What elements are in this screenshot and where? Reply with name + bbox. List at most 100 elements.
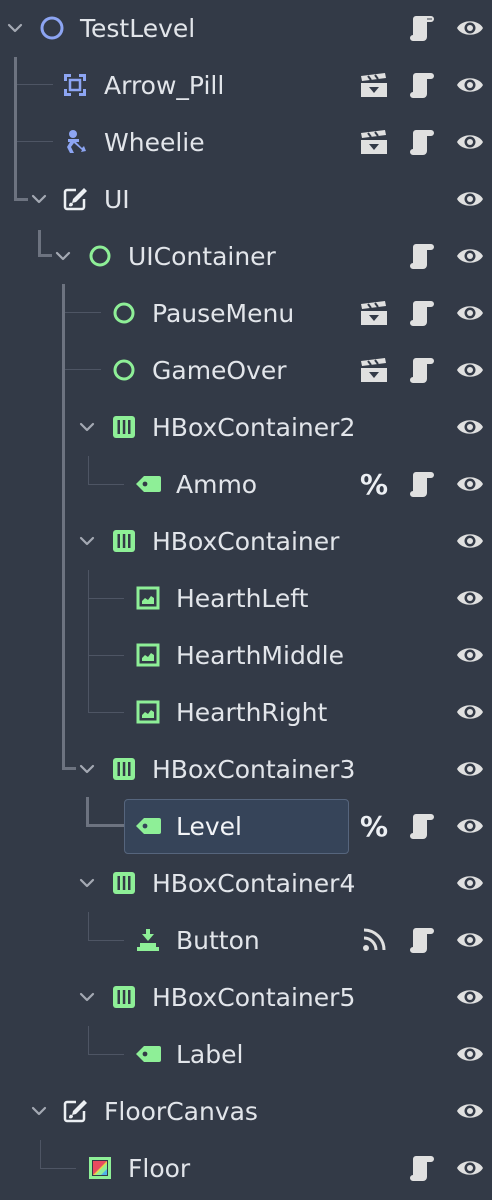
node-label: Arrow_Pill — [104, 71, 225, 100]
tree-row-pausemenu[interactable]: PauseMenu — [0, 285, 492, 342]
control-circle-icon — [110, 299, 138, 327]
node-label: HearthLeft — [176, 584, 309, 613]
tree-row-hbox2[interactable]: HBoxContainer2 — [0, 399, 492, 456]
node-label: Floor — [128, 1154, 191, 1183]
script-icon[interactable] — [407, 355, 437, 385]
tree-row-hbox4[interactable]: HBoxContainer4 — [0, 855, 492, 912]
script-icon[interactable] — [407, 298, 437, 328]
chevron-down-icon[interactable] — [76, 530, 98, 552]
label-tag-icon — [134, 812, 162, 840]
chevron-down-icon[interactable] — [28, 1100, 50, 1122]
chevron-down-icon[interactable] — [76, 986, 98, 1008]
node-label: Level — [176, 812, 242, 841]
visibility-eye-icon[interactable] — [455, 241, 485, 271]
visibility-eye-icon[interactable] — [455, 811, 485, 841]
script-icon[interactable] — [407, 469, 437, 499]
tilemap-icon — [86, 1154, 114, 1182]
node-label: Ammo — [176, 470, 258, 499]
instanced-scene-icon[interactable] — [359, 70, 389, 100]
script-icon[interactable] — [407, 13, 437, 43]
visibility-eye-icon[interactable] — [455, 355, 485, 385]
visibility-eye-icon[interactable] — [455, 127, 485, 157]
button-icon — [134, 926, 162, 954]
visibility-eye-icon[interactable] — [455, 412, 485, 442]
visibility-eye-icon[interactable] — [455, 1153, 485, 1183]
tree-row-hearthright[interactable]: HearthRight — [0, 684, 492, 741]
node-label: HBoxContainer — [152, 527, 340, 556]
script-icon[interactable] — [407, 127, 437, 157]
label-tag-icon — [134, 470, 162, 498]
node-label: UI — [104, 185, 130, 214]
tree-row-floor[interactable]: Floor — [0, 1140, 492, 1197]
area2d-icon — [61, 71, 89, 99]
script-icon[interactable] — [407, 241, 437, 271]
tree-row-level[interactable]: Level % — [0, 798, 492, 855]
instanced-scene-icon[interactable] — [359, 298, 389, 328]
tree-row-hearthmiddle[interactable]: HearthMiddle — [0, 627, 492, 684]
visibility-eye-icon[interactable] — [455, 754, 485, 784]
character-body-icon — [61, 128, 89, 156]
tree-row-gameover[interactable]: GameOver — [0, 342, 492, 399]
visibility-eye-icon[interactable] — [455, 640, 485, 670]
tree-row-hbox3[interactable]: HBoxContainer3 — [0, 741, 492, 798]
tree-row-hearthleft[interactable]: HearthLeft — [0, 570, 492, 627]
node-label: Wheelie — [104, 128, 205, 157]
script-icon[interactable] — [407, 925, 437, 955]
node-label: GameOver — [152, 356, 287, 385]
tree-row-label[interactable]: Label — [0, 1026, 492, 1083]
chevron-down-icon[interactable] — [76, 872, 98, 894]
tree-row-wheelie[interactable]: Wheelie — [0, 114, 492, 171]
tree-row-ammo[interactable]: Ammo % — [0, 456, 492, 513]
tree-row-floorcanvas[interactable]: FloorCanvas — [0, 1083, 492, 1140]
tree-row-button[interactable]: Button — [0, 912, 492, 969]
chevron-down-icon[interactable] — [76, 758, 98, 780]
visibility-eye-icon[interactable] — [455, 70, 485, 100]
tree-row-uicontainer[interactable]: UIContainer — [0, 228, 492, 285]
tree-row-arrow-pill[interactable]: Arrow_Pill — [0, 57, 492, 114]
texture-rect-icon — [134, 584, 162, 612]
visibility-eye-icon[interactable] — [455, 1096, 485, 1126]
visibility-eye-icon[interactable] — [455, 526, 485, 556]
visibility-eye-icon[interactable] — [455, 184, 485, 214]
instanced-scene-icon[interactable] — [359, 127, 389, 157]
script-icon[interactable] — [407, 811, 437, 841]
scene-tree: TestLevel Arrow_Pill Wheelie UI UIContai… — [0, 0, 492, 1200]
visibility-eye-icon[interactable] — [455, 1039, 485, 1069]
control-circle-icon — [86, 242, 114, 270]
node-label: FloorCanvas — [104, 1097, 258, 1126]
visibility-eye-icon[interactable] — [455, 583, 485, 613]
node-label: HBoxContainer2 — [152, 413, 356, 442]
control-circle-icon — [110, 356, 138, 384]
canvas-layer-icon — [61, 1097, 89, 1125]
texture-rect-icon — [134, 641, 162, 669]
tree-row-hbox5[interactable]: HBoxContainer5 — [0, 969, 492, 1026]
tree-row-ui[interactable]: UI — [0, 171, 492, 228]
instanced-scene-icon[interactable] — [359, 355, 389, 385]
chevron-down-icon[interactable] — [28, 188, 50, 210]
chevron-down-icon[interactable] — [4, 17, 26, 39]
node-label: Label — [176, 1040, 244, 1069]
texture-rect-icon — [134, 698, 162, 726]
tree-row-hbox1[interactable]: HBoxContainer — [0, 513, 492, 570]
visibility-eye-icon[interactable] — [455, 925, 485, 955]
unique-name-indicator[interactable]: % — [359, 468, 389, 501]
script-icon[interactable] — [407, 1153, 437, 1183]
hbox-container-icon — [110, 413, 138, 441]
script-icon[interactable] — [407, 70, 437, 100]
node-label: HBoxContainer4 — [152, 869, 356, 898]
unique-name-indicator[interactable]: % — [359, 810, 389, 843]
visibility-eye-icon[interactable] — [455, 982, 485, 1012]
node-label: TestLevel — [80, 14, 196, 43]
visibility-eye-icon[interactable] — [455, 469, 485, 499]
visibility-eye-icon[interactable] — [455, 697, 485, 727]
visibility-eye-icon[interactable] — [455, 868, 485, 898]
visibility-eye-icon[interactable] — [455, 13, 485, 43]
hbox-container-icon — [110, 527, 138, 555]
node-label: Button — [176, 926, 260, 955]
tree-row-testlevel[interactable]: TestLevel — [0, 0, 492, 57]
chevron-down-icon[interactable] — [52, 245, 74, 267]
node-label: HBoxContainer3 — [152, 755, 356, 784]
chevron-down-icon[interactable] — [76, 416, 98, 438]
signal-connections-icon[interactable] — [359, 925, 389, 955]
visibility-eye-icon[interactable] — [455, 298, 485, 328]
